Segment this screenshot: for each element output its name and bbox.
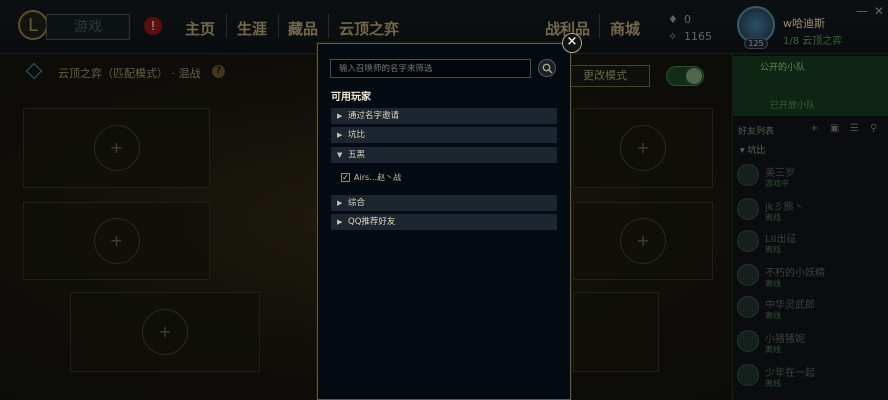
group-zonghe[interactable]: ▶ 综合	[331, 195, 557, 211]
chevron-right-icon: ▶	[337, 131, 343, 139]
chevron-down-icon: ▼	[337, 151, 343, 159]
summoner-filter-input[interactable]	[330, 59, 531, 78]
chevron-right-icon: ▶	[337, 112, 343, 120]
chevron-right-icon: ▶	[337, 218, 343, 226]
player-name: Airs…赵丶战	[354, 173, 402, 182]
search-icon[interactable]	[538, 59, 556, 77]
player-checkbox[interactable]: ✓	[341, 173, 350, 182]
close-icon[interactable]: ×	[562, 33, 582, 53]
group-invite-by-name[interactable]: ▶ 通过名字邀请	[331, 108, 557, 124]
group-wuhei[interactable]: ▼ 五黑	[331, 147, 557, 163]
group-kengbi[interactable]: ▶ 坑比	[331, 127, 557, 143]
chevron-right-icon: ▶	[337, 199, 343, 207]
available-players-title: 可用玩家	[331, 92, 371, 103]
group-qq-recommended[interactable]: ▶ QQ推荐好友	[331, 214, 557, 230]
